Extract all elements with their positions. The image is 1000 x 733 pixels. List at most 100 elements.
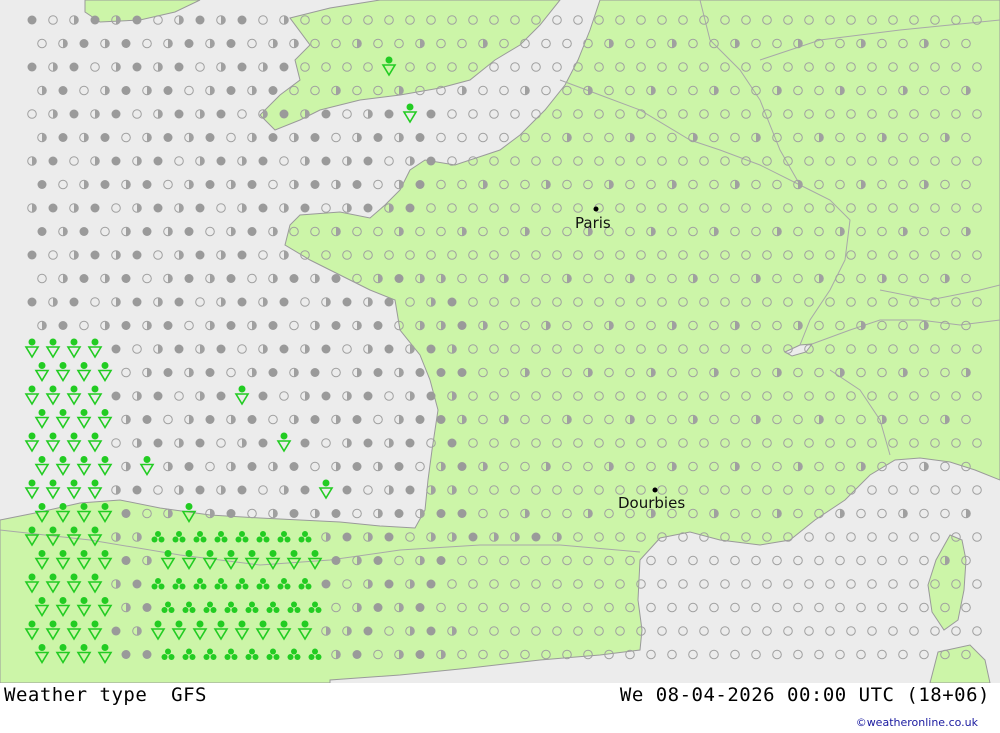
cloudy-symbol [310,415,320,424]
cloudy-symbol [321,156,331,166]
cloudy-symbol [90,15,100,25]
cloudy-symbol [268,368,278,377]
cloudy-symbol [258,203,268,213]
cloudy-symbol [37,227,47,236]
cloudy-symbol [226,86,236,95]
cloudy-symbol [310,133,320,142]
cloudy-symbol [436,368,446,377]
cloudy-symbol [310,180,320,189]
cloudy-symbol [111,344,121,354]
cloudy-symbol [153,203,163,213]
cloudy-symbol [457,462,467,471]
cloudy-symbol [447,438,457,448]
map-datetime: We 08-04-2026 00:00 UTC (18+06) [619,684,990,706]
city-dot [593,206,599,212]
cloudy-symbol [237,15,247,25]
cloudy-symbol [426,626,436,636]
cloudy-symbol [300,485,310,495]
cloudy-symbol [363,626,373,636]
cloudy-symbol [415,368,425,377]
cloudy-symbol [331,556,341,565]
cloudy-symbol [90,203,100,213]
cloudy-symbol [384,297,394,307]
cloudy-symbol [69,297,79,307]
cloudy-symbol [121,556,131,565]
cloudy-symbol [142,415,152,424]
cloudy-symbol [205,415,215,424]
cloudy-symbol [321,579,331,589]
cloudy-symbol [121,274,131,283]
cloudy-symbol [342,297,352,307]
cloudy-symbol [363,438,373,448]
cloudy-symbol [405,203,415,213]
cloudy-symbol [363,391,373,401]
cloudy-symbol [373,321,383,330]
cloudy-symbol [237,250,247,260]
cloudy-symbol [321,391,331,401]
cloudy-symbol [268,321,278,330]
cloudy-symbol [163,321,173,330]
site-credit[interactable]: ©weatheronline.co.uk [856,716,978,729]
cloudy-symbol [132,579,142,589]
cloudy-symbol [121,509,131,518]
cloudy-symbol [79,227,89,236]
cloudy-symbol [216,391,226,401]
cloudy-symbol [384,109,394,119]
cloudy-symbol [153,156,163,166]
cloudy-symbol [258,391,268,401]
cloudy-symbol [415,133,425,142]
cloudy-symbol [384,344,394,354]
cloudy-symbol [132,297,142,307]
cloudy-symbol [415,650,425,659]
cloudy-symbol [142,227,152,236]
cloudy-symbol [132,250,142,260]
cloudy-symbol [247,462,257,471]
cloudy-symbol [352,415,362,424]
cloudy-symbol [111,109,121,119]
cloudy-symbol [163,368,173,377]
cloudy-symbol [531,532,541,542]
cloudy-symbol [27,15,37,25]
cloudy-symbol [163,86,173,95]
cloudy-symbol [132,485,142,495]
cloudy-symbol [300,438,310,448]
cloudy-symbol [27,250,37,260]
cloudy-symbol [184,462,194,471]
cloudy-symbol [100,180,110,189]
cloudy-symbol [394,274,404,283]
cloudy-symbol [205,133,215,142]
cloudy-symbol [37,180,47,189]
cloudy-symbol [226,509,236,518]
cloudy-symbol [268,133,278,142]
cloudy-symbol [321,109,331,119]
cloudy-symbol [268,86,278,95]
cloudy-symbol [373,368,383,377]
cloudy-symbol [289,509,299,518]
cloudy-symbol [100,133,110,142]
city-label-dourbies: Dourbies [618,494,685,512]
cloudy-symbol [195,15,205,25]
cloudy-symbol [352,462,362,471]
cloudy-symbol [216,156,226,166]
cloudy-symbol [426,109,436,119]
cloudy-symbol [174,109,184,119]
cloudy-symbol [331,321,341,330]
cloudy-symbol [111,391,121,401]
cloudy-symbol [258,438,268,448]
cloudy-symbol [394,509,404,518]
cloudy-symbol [121,650,131,659]
cloudy-symbol [426,344,436,354]
cloudy-symbol [426,391,436,401]
cloudy-symbol [331,509,341,518]
cloudy-symbol [195,250,205,260]
cloudy-symbol [384,532,394,542]
cloudy-symbol [79,274,89,283]
cloudy-symbol [415,180,425,189]
cloudy-symbol [174,62,184,72]
cloudy-symbol [352,180,362,189]
cloudy-symbol [373,133,383,142]
cloudy-symbol [184,227,194,236]
cloudy-symbol [373,603,383,612]
cloudy-symbol [205,368,215,377]
weather-map: Paris Dourbies [0,0,1000,683]
